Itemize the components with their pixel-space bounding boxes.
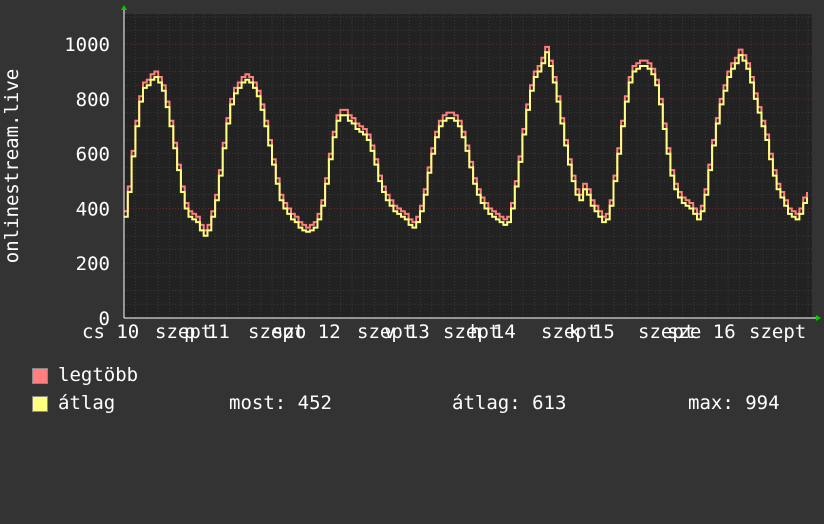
- y-axis-arrow: [121, 5, 127, 10]
- stat-average: átlag: 613: [452, 392, 567, 414]
- x-tick-label: p 11: [184, 321, 230, 343]
- x-tick-label: sze 16: [667, 321, 736, 343]
- x-tick-label: szept: [749, 321, 806, 343]
- y-tick-label: 1000: [64, 34, 110, 56]
- y-tick-label: 200: [76, 253, 110, 275]
- x-tick-label: szo 12: [272, 321, 341, 343]
- legend-label-avg: átlag: [58, 392, 116, 414]
- legend-swatch-avg: [32, 396, 48, 412]
- y-tick-label: 600: [76, 144, 110, 166]
- x-tick-label: cs 10: [82, 321, 139, 343]
- x-axis-arrow: [816, 315, 821, 321]
- legend-row-avg: átlag most: 452 átlag: 613 max: 994: [32, 392, 812, 414]
- x-tick-label: k 15: [569, 321, 615, 343]
- y-tick-label: 400: [76, 198, 110, 220]
- x-tick-label: h 14: [470, 321, 516, 343]
- y-axis-label: onlinestream.live: [1, 69, 23, 263]
- legend-row-max: legtöbb: [32, 364, 138, 386]
- x-tick-label: v 13: [384, 321, 430, 343]
- stat-max: max: 994: [688, 392, 780, 414]
- y-tick-label: 800: [76, 89, 110, 111]
- stat-now: most: 452: [229, 392, 332, 414]
- legend-label-max: legtöbb: [58, 364, 139, 386]
- legend-swatch-max: [32, 368, 48, 384]
